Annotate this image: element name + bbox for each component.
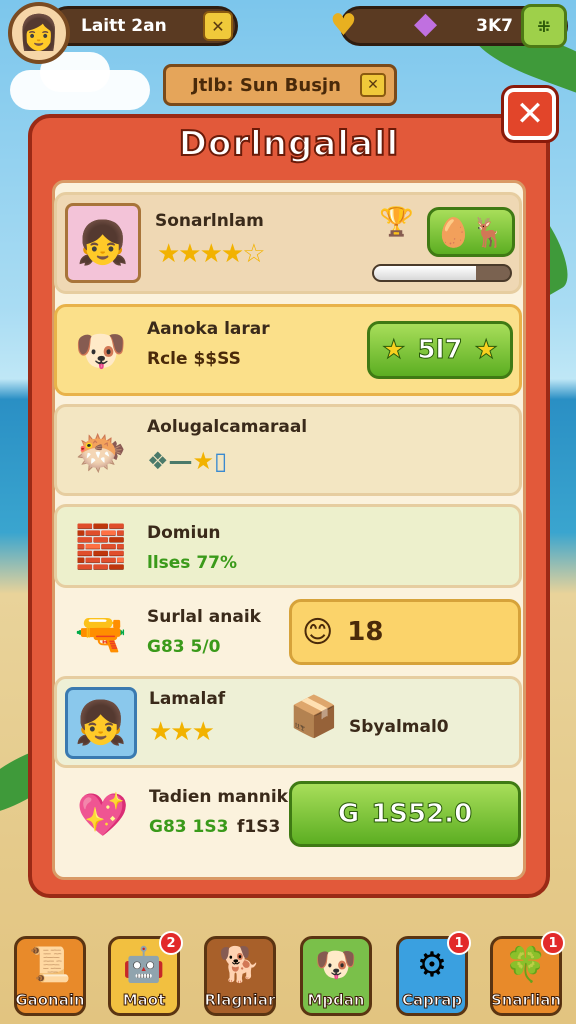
reward-button-label: 18: [347, 617, 384, 647]
sub-tab-close-button[interactable]: ✕: [360, 73, 386, 97]
nav-label: Caprap: [401, 991, 463, 1010]
nav-item-mpdan[interactable]: 🐶 Mpdan: [300, 936, 372, 1016]
panel-close-button[interactable]: ✕: [501, 85, 559, 143]
nav-label: Snarlian: [490, 991, 562, 1010]
nav-label: Gaonain: [15, 991, 85, 1010]
list-item[interactable]: 💖 Tadien mannikl G83 1S3 f1S3 G 1S52.0: [54, 776, 522, 852]
girl-portrait-icon: 👧: [65, 687, 137, 759]
menu-button[interactable]: ⁜: [521, 4, 567, 48]
cannon-icon: 🔫: [74, 609, 128, 658]
reward-icons: ❖—★▯: [147, 447, 228, 475]
row-action-button[interactable]: 🥚🦌: [427, 207, 515, 257]
dog-icon: 🐶: [74, 326, 128, 375]
row-subtitle: llses 77%: [147, 553, 238, 573]
list-item[interactable]: 🧱 Domiun llses 77%: [54, 504, 522, 588]
purchase-button[interactable]: G 1S52.0: [289, 781, 521, 847]
trophy-icon: 🏆: [379, 205, 414, 238]
dog-icon: 🐕: [218, 945, 262, 985]
star-icon: ★: [474, 335, 498, 366]
gem-icon: ◆: [414, 6, 438, 41]
egg-and-animal-icon: 🥚🦌: [436, 215, 507, 249]
buy-button[interactable]: ★ 5l7 ★: [367, 321, 513, 379]
nav-label: Rlagniar: [204, 991, 276, 1010]
panel-title: Dorlngalall: [178, 123, 400, 165]
row-title: Surlal anaik: [147, 607, 261, 627]
row-stars: ★★★: [149, 717, 215, 747]
row-stars: ★★★★☆: [157, 239, 266, 269]
nav-item-rlagniar[interactable]: 🐕 Rlagniar: [204, 936, 276, 1016]
list-item[interactable]: 🐶 Aanoka larar Rcle $$SS ★ 5l7 ★: [54, 304, 522, 396]
notification-badge: 1: [541, 931, 565, 955]
nav-item-gaonain[interactable]: 📜 Gaonain: [14, 936, 86, 1016]
purchase-currency-prefix: G: [337, 799, 360, 830]
row-subtitle-b: f1S3: [237, 817, 281, 837]
nav-item-maot[interactable]: 🤖 Maot 2: [108, 931, 183, 1016]
smiley-coin-icon: 😊: [302, 614, 334, 650]
row-title: Tadien mannikl: [149, 787, 294, 807]
treasure-chest-icon: 📦: [289, 694, 339, 740]
row-title: Aanoka larar: [147, 319, 270, 339]
currency-value: 3K7: [476, 16, 513, 36]
buy-button-label: 5l7: [417, 335, 463, 366]
nav-label: Maot: [122, 991, 166, 1010]
row-subtitle: Rcle $$SS: [147, 349, 241, 369]
star-icon: ★: [382, 335, 406, 366]
nav-item-snarlian[interactable]: 🍀 Snarlian 1: [490, 931, 565, 1016]
heart-icon: ♥: [330, 8, 357, 43]
nav-item-caprap[interactable]: ⚙ Caprap 1: [396, 931, 471, 1016]
building-blocks-icon: 🧱: [74, 522, 128, 571]
golden-creature-icon: 🐡: [74, 428, 128, 477]
notification-badge: 1: [447, 931, 471, 955]
progress-fill: [374, 266, 476, 280]
player-avatar[interactable]: 👩: [8, 2, 70, 64]
row-title: Lamalaf: [149, 689, 226, 709]
reward-button[interactable]: 😊 18: [289, 599, 521, 665]
sub-tab[interactable]: Jtlb: Sun Busjn ✕: [163, 64, 397, 106]
list-item[interactable]: 🐡 Aolugalcamaraal ❖—★▯: [54, 404, 522, 496]
heart-gem-icon: 💖: [76, 790, 130, 839]
scroll-icon: 📜: [28, 945, 72, 985]
robot-icon: 🤖: [122, 945, 166, 985]
row-title: Aolugalcamaraal: [147, 417, 308, 437]
row-subtitle-a: G83 1S3: [149, 817, 229, 837]
sub-tab-label: Jtlb: Sun Busjn: [192, 74, 341, 96]
girl-portrait-icon: 👧: [65, 203, 141, 283]
reward-label: Sbyalmal0: [349, 717, 449, 737]
nav-label: Mpdan: [307, 991, 365, 1010]
list-item[interactable]: 🔫 Surlal anaik G83 5/0 😊 18: [54, 596, 522, 668]
shiba-icon: 🐶: [314, 945, 358, 985]
row-progress-bar: [372, 264, 512, 282]
row-title: Domiun: [147, 523, 221, 543]
player-name-bar: Laitt 2an ✕: [48, 6, 238, 46]
name-close-button[interactable]: ✕: [203, 11, 233, 41]
notification-badge: 2: [159, 931, 183, 955]
clover-icon: 🍀: [504, 945, 548, 985]
purchase-button-label: 1S52.0: [371, 799, 473, 830]
machine-icon: ⚙: [416, 945, 448, 985]
player-name: Laitt 2an: [81, 16, 167, 36]
list-item[interactable]: 👧 Lamalaf ★★★ 📦 Sbyalmal0: [54, 676, 522, 768]
row-subtitle: G83 5/0: [147, 637, 221, 657]
row-title: Sonarlnlam: [155, 211, 264, 231]
